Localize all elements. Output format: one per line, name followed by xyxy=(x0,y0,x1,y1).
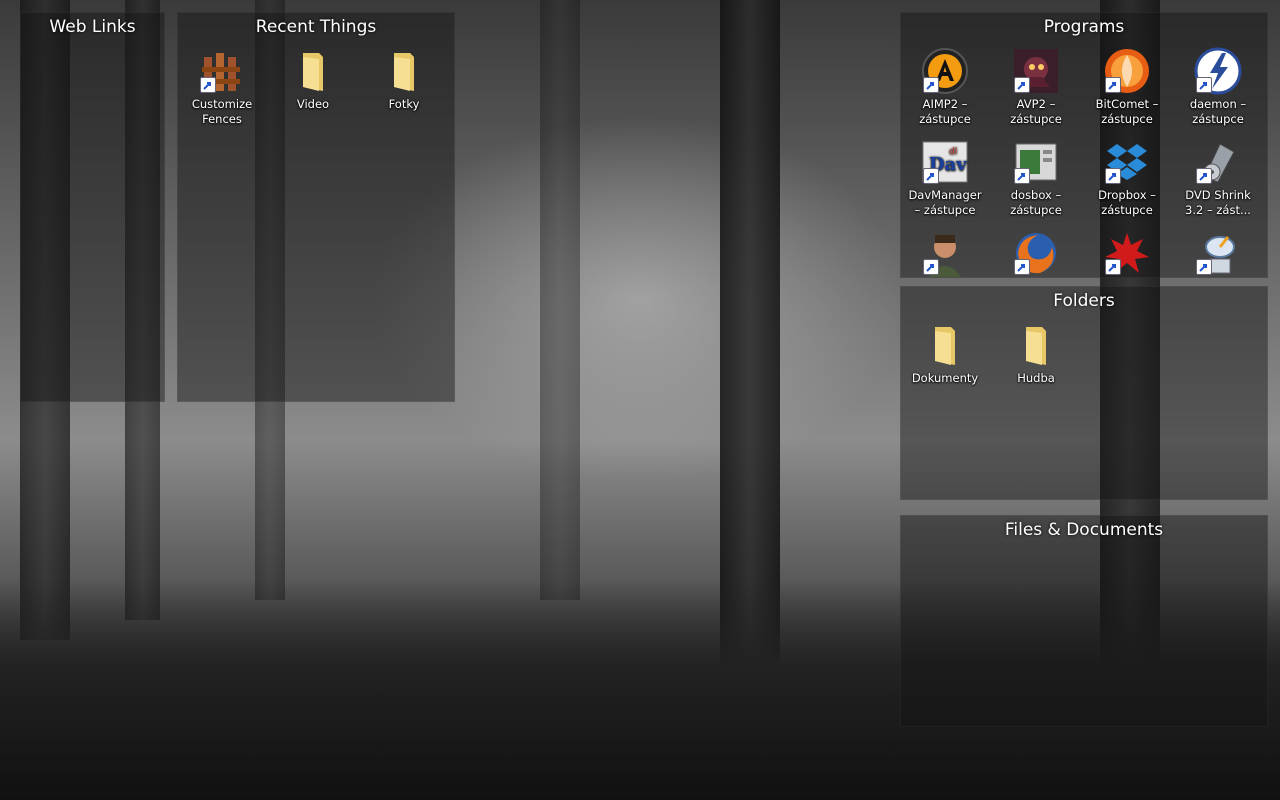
desktop-icon-dokumenty[interactable]: Dokumenty xyxy=(907,321,983,386)
icon-label: Fotky xyxy=(388,97,420,111)
shortcut-arrow-icon xyxy=(1196,168,1212,184)
fence-folders[interactable]: Folders Dokumenty Hudba xyxy=(900,286,1268,500)
fence-title: Web Links xyxy=(49,17,136,37)
icon-label: DVD Shrink 3.2 – zást... xyxy=(1185,188,1251,217)
desktop-icon-satellite[interactable] xyxy=(1180,229,1256,277)
shortcut-arrow-icon xyxy=(1105,77,1121,93)
dosbox-icon xyxy=(1012,138,1060,186)
bitcomet-icon xyxy=(1103,47,1151,95)
shortcut-arrow-icon xyxy=(1196,77,1212,93)
desktop-icon-dosbox[interactable]: dosbox – zástupce xyxy=(998,138,1074,218)
icon-label: AIMP2 – zástupce xyxy=(919,97,971,126)
icon-label: dosbox – zástupce xyxy=(1010,188,1062,217)
svg-text:dl: dl xyxy=(949,147,957,157)
icon-label: Hudba xyxy=(1017,371,1055,385)
desktop-icon-customize-fences[interactable]: Customize Fences xyxy=(184,47,260,127)
fence-title: Folders xyxy=(1053,291,1115,311)
shortcut-arrow-icon xyxy=(1105,168,1121,184)
aimp-icon xyxy=(921,47,969,95)
shortcut-arrow-icon xyxy=(1196,259,1212,275)
desktop-icon-davmanager[interactable]: Dav dl DavManager – zástupce xyxy=(907,138,983,218)
fence-web-links[interactable]: Web Links xyxy=(20,12,165,402)
icon-label: AVP2 – zástupce xyxy=(1010,97,1062,126)
shortcut-arrow-icon xyxy=(923,77,939,93)
shortcut-arrow-icon xyxy=(1014,77,1030,93)
desktop-icon-video[interactable]: Video xyxy=(275,47,351,112)
desktop-icon-daemon[interactable]: daemon – zástupce xyxy=(1180,47,1256,127)
desktop-icon-avp2[interactable]: AVP2 – zástupce xyxy=(998,47,1074,127)
fence-title: Files & Documents xyxy=(1004,520,1164,540)
desktop-icon-game-character[interactable] xyxy=(907,229,983,277)
folder-icon xyxy=(921,321,969,369)
desktop-icon-red-splat[interactable] xyxy=(1089,229,1165,277)
icon-label: BitComet – zástupce xyxy=(1095,97,1159,126)
icon-label: DavManager – zástupce xyxy=(908,188,982,217)
shortcut-arrow-icon xyxy=(1014,259,1030,275)
dvdshrink-icon xyxy=(1194,138,1242,186)
fence-recent-things[interactable]: Recent Things Customize Fences Video Fot… xyxy=(177,12,455,402)
fence-title: Programs xyxy=(1043,17,1125,37)
icon-label: Customize Fences xyxy=(191,97,253,126)
folder-icon xyxy=(289,47,337,95)
fence-files-documents[interactable]: Files & Documents xyxy=(900,515,1268,727)
desktop-icon-dvd-shrink[interactable]: DVD Shrink 3.2 – zást... xyxy=(1180,138,1256,218)
desktop-icon-hudba[interactable]: Hudba xyxy=(998,321,1074,386)
icon-label: Video xyxy=(296,97,330,111)
desktop-icon-aimp2[interactable]: AIMP2 – zástupce xyxy=(907,47,983,127)
satellite-icon xyxy=(1194,229,1242,277)
avp-icon xyxy=(1012,47,1060,95)
icon-label: daemon – zástupce xyxy=(1189,97,1247,126)
desktop-icon-fotky[interactable]: Fotky xyxy=(366,47,442,112)
game-character-icon xyxy=(921,229,969,277)
shortcut-arrow-icon xyxy=(923,259,939,275)
fence-title: Recent Things xyxy=(255,17,377,37)
shortcut-arrow-icon xyxy=(1105,259,1121,275)
shortcut-arrow-icon xyxy=(200,77,216,93)
dropbox-icon xyxy=(1103,138,1151,186)
desktop-icon-firefox[interactable] xyxy=(998,229,1074,277)
red-splat-icon xyxy=(1103,229,1151,277)
fences-icon xyxy=(198,47,246,95)
shortcut-arrow-icon xyxy=(923,168,939,184)
desktop-icon-bitcomet[interactable]: BitComet – zástupce xyxy=(1089,47,1165,127)
folder-icon xyxy=(1012,321,1060,369)
fence-programs[interactable]: Programs AIMP2 – zástupce AVP2 – zástupc… xyxy=(900,12,1268,278)
icon-label: Dokumenty xyxy=(911,371,979,385)
firefox-icon xyxy=(1012,229,1060,277)
shortcut-arrow-icon xyxy=(1014,168,1030,184)
daemon-tools-icon xyxy=(1194,47,1242,95)
icon-label: Dropbox – zástupce xyxy=(1098,188,1156,217)
desktop-icon-dropbox[interactable]: Dropbox – zástupce xyxy=(1089,138,1165,218)
folder-icon xyxy=(380,47,428,95)
davmanager-icon: Dav dl xyxy=(921,138,969,186)
